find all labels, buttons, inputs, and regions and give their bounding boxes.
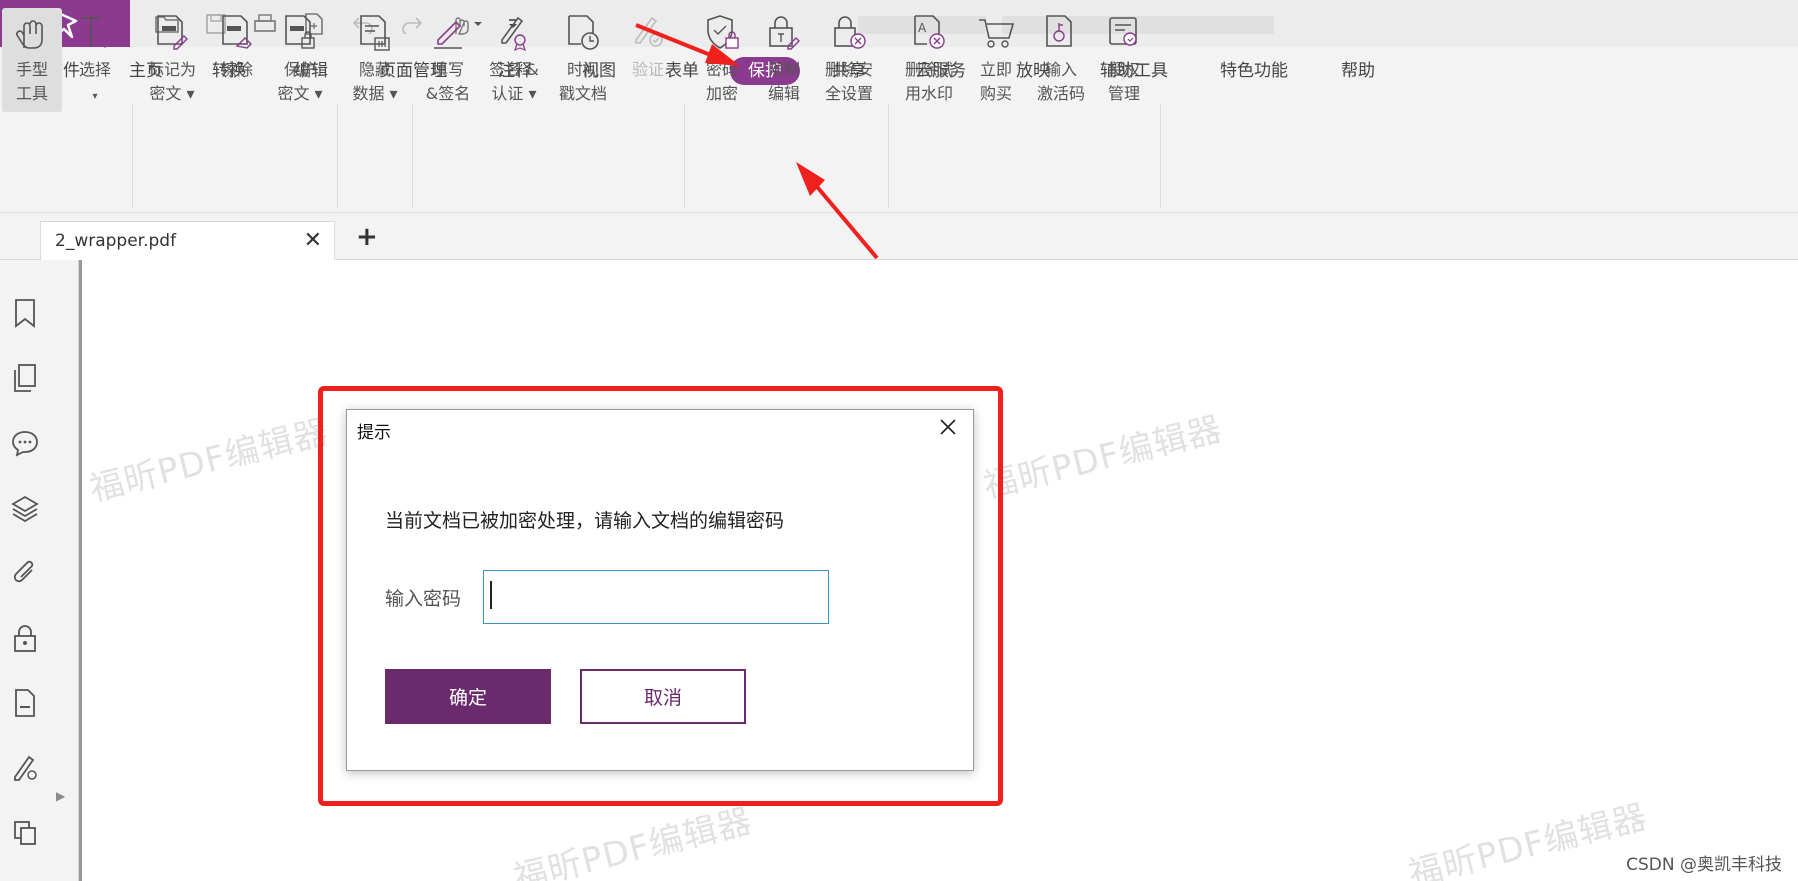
password-label: 输入密码 <box>385 588 462 610</box>
ok-button[interactable]: 确定 <box>385 669 551 724</box>
source-credit: CSDN @奥凯丰科技 <box>1626 855 1782 875</box>
password-dialog: 提示 当前文档已被加密处理，请输入文档的编辑密码 输入密码 确定 取消 <box>346 409 974 771</box>
cancel-button[interactable]: 取消 <box>580 669 746 724</box>
close-icon[interactable] <box>933 412 963 442</box>
password-input[interactable] <box>483 570 829 624</box>
dialog-message: 当前文档已被加密处理，请输入文档的编辑密码 <box>385 510 785 532</box>
text-cursor <box>490 581 492 609</box>
dialog-title: 提示 <box>357 423 391 443</box>
